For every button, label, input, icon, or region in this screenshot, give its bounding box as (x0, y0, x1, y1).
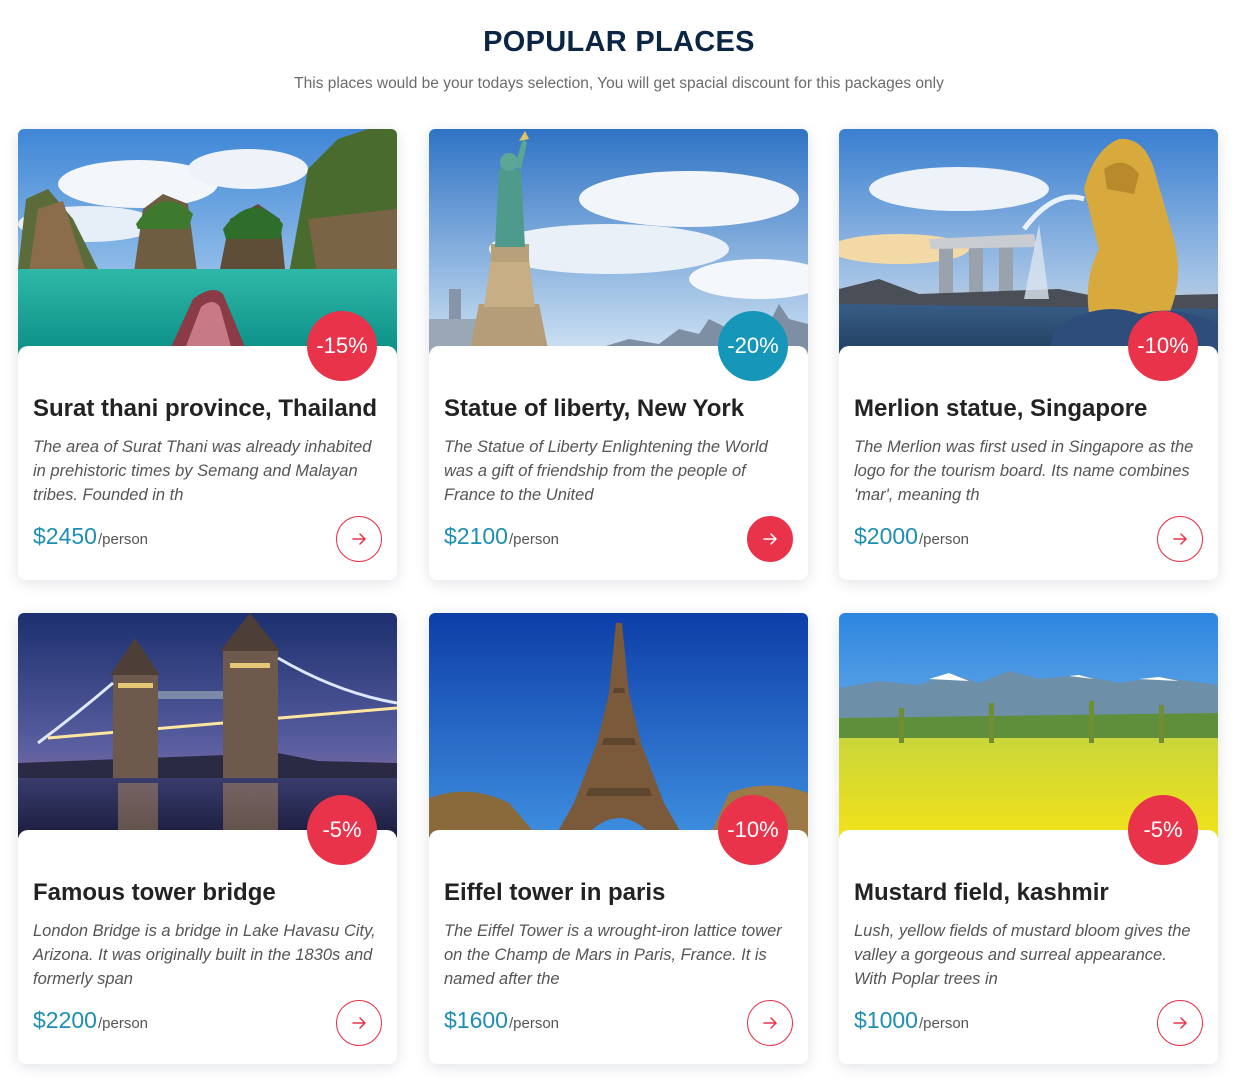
price-unit: /person (918, 1015, 970, 1032)
arrow-right-button[interactable] (1157, 1000, 1203, 1046)
discount-badge: -10% (718, 795, 788, 865)
price-amount: $2100 (444, 523, 508, 549)
place-description: Lush, yellow fields of mustard bloom giv… (854, 922, 1191, 988)
arrow-right-icon (763, 533, 777, 545)
price-amount: $2450 (33, 523, 97, 549)
arrow-right-icon (352, 1017, 366, 1029)
arrow-right-button[interactable] (1157, 516, 1203, 562)
place-card[interactable]: -10% Eiffel tower in paris The Eiffel To… (429, 613, 808, 1064)
price-amount: $2000 (854, 523, 918, 549)
price: $2100/person (444, 523, 559, 550)
price: $2000/person (854, 523, 969, 550)
section-title: POPULAR PLACES (483, 26, 755, 58)
place-description: The area of Surat Thani was already inha… (33, 438, 372, 504)
arrow-right-button[interactable] (747, 1000, 793, 1046)
arrow-right-button[interactable] (336, 516, 382, 562)
place-title[interactable]: Mustard field, kashmir (854, 879, 1209, 907)
price-amount: $1000 (854, 1007, 918, 1033)
price: $1000/person (854, 1007, 969, 1034)
price-unit: /person (508, 1015, 560, 1032)
place-card[interactable]: -15% Surat thani province, Thailand The … (18, 129, 397, 580)
price-unit: /person (508, 531, 560, 548)
place-title[interactable]: Merlion statue, Singapore (854, 395, 1209, 423)
place-title[interactable]: Surat thani province, Thailand (33, 395, 388, 423)
price-amount: $2200 (33, 1007, 97, 1033)
price-unit: /person (97, 531, 149, 548)
section-subtitle: This places would be your todays selecti… (294, 75, 944, 92)
price-unit: /person (918, 531, 970, 548)
place-description: The Merlion was first used in Singapore … (854, 438, 1194, 504)
discount-badge: -15% (307, 311, 377, 381)
arrow-right-button[interactable] (336, 1000, 382, 1046)
place-title[interactable]: Famous tower bridge (33, 879, 388, 907)
discount-badge: -20% (718, 311, 788, 381)
place-card[interactable]: -20% Statue of liberty, New York The Sta… (429, 129, 808, 580)
arrow-right-icon (352, 533, 366, 545)
place-description: The Statue of Liberty Enlightening the W… (444, 438, 768, 504)
arrow-right-icon (1173, 533, 1187, 545)
discount-badge: -10% (1128, 311, 1198, 381)
price-amount: $1600 (444, 1007, 508, 1033)
discount-badge: -5% (1128, 795, 1198, 865)
place-description: London Bridge is a bridge in Lake Havasu… (33, 922, 376, 988)
price: $1600/person (444, 1007, 559, 1034)
place-title[interactable]: Statue of liberty, New York (444, 395, 799, 423)
price: $2450/person (33, 523, 148, 550)
discount-badge: -5% (307, 795, 377, 865)
place-card[interactable]: -10% Merlion statue, Singapore The Merli… (839, 129, 1218, 580)
price-unit: /person (97, 1015, 149, 1032)
arrow-right-button[interactable] (747, 516, 793, 562)
arrow-right-icon (1173, 1017, 1187, 1029)
place-card[interactable]: -5% Famous tower bridge London Bridge is… (18, 613, 397, 1064)
place-description: The Eiffel Tower is a wrought-iron latti… (444, 922, 782, 988)
place-title[interactable]: Eiffel tower in paris (444, 879, 799, 907)
place-card[interactable]: -5% Mustard field, kashmir Lush, yellow … (839, 613, 1218, 1064)
arrow-right-icon (763, 1017, 777, 1029)
price: $2200/person (33, 1007, 148, 1034)
